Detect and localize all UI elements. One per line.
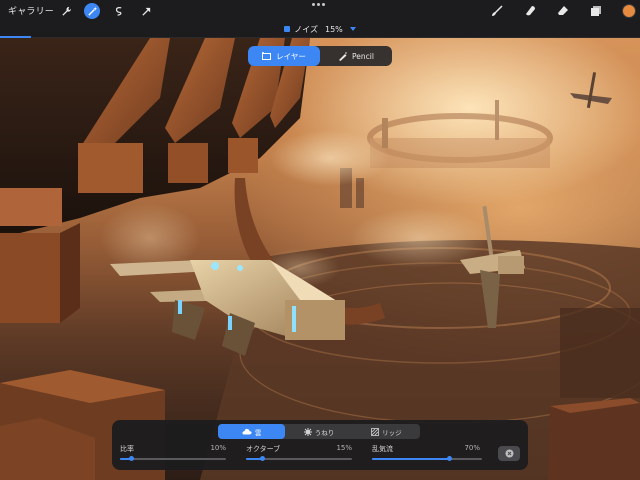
octaves-slider-label: オクターブ bbox=[246, 445, 281, 453]
active-tool-indicator bbox=[0, 36, 31, 38]
tab-billow[interactable]: うねり bbox=[285, 424, 352, 439]
smudge-icon[interactable] bbox=[522, 3, 538, 19]
sci-fi-artwork bbox=[0, 38, 640, 480]
transform-arrow-icon[interactable] bbox=[138, 3, 154, 19]
cloud-icon bbox=[242, 428, 252, 435]
scale-slider-knob[interactable] bbox=[128, 456, 134, 461]
adjustment-status[interactable]: ノイズ 15% bbox=[0, 22, 640, 36]
tab-ridge-label: リッジ bbox=[382, 428, 402, 437]
scale-slider-label: 比率 bbox=[120, 445, 134, 453]
spaceship-distant bbox=[570, 72, 612, 109]
octaves-slider-value: 15% bbox=[336, 444, 352, 452]
turbulence-slider-value: 70% bbox=[464, 444, 480, 452]
artwork-canvas[interactable] bbox=[0, 38, 640, 480]
mode-layer-label: レイヤー bbox=[276, 51, 306, 61]
mode-layer-button[interactable]: レイヤー bbox=[248, 46, 320, 66]
tab-clouds[interactable]: 雲 bbox=[218, 424, 286, 439]
adjustment-percent: 15% bbox=[324, 24, 343, 34]
chevron-down-icon bbox=[349, 27, 356, 31]
tab-billow-label: うねり bbox=[314, 428, 335, 437]
reset-icon bbox=[505, 449, 513, 458]
mode-pencil-label: Pencil bbox=[352, 51, 374, 61]
octaves-slider-knob[interactable] bbox=[259, 456, 265, 461]
wrench-icon[interactable] bbox=[58, 3, 74, 19]
adjustment-name: ノイズ bbox=[294, 24, 318, 34]
swirl-icon bbox=[303, 427, 312, 436]
scale-slider-value: 10% bbox=[210, 444, 226, 452]
ridge-icon bbox=[371, 427, 379, 436]
layers-icon[interactable] bbox=[588, 3, 604, 19]
selection-icon[interactable] bbox=[110, 3, 126, 19]
mode-pencil-button[interactable]: Pencil bbox=[320, 46, 392, 66]
noise-adjustment-panel: 雲 うねり リッジ 比率 10% オクターブ 15% 乱気流 70% bbox=[112, 420, 528, 470]
toolbar-grip[interactable] bbox=[312, 3, 328, 7]
pencil-icon bbox=[339, 51, 347, 61]
magic-wand-icon[interactable] bbox=[84, 3, 100, 19]
color-picker-swatch[interactable] bbox=[622, 4, 636, 18]
distant-stadium bbox=[367, 100, 553, 168]
eraser-icon[interactable] bbox=[555, 3, 571, 19]
layer-mode-icon bbox=[262, 51, 272, 60]
tab-clouds-label: 雲 bbox=[254, 428, 262, 437]
noise-type-tabs: 雲 うねり リッジ bbox=[218, 424, 420, 439]
adjustment-indicator-icon bbox=[284, 26, 291, 32]
turbulence-slider[interactable] bbox=[372, 456, 482, 461]
brush-icon[interactable] bbox=[489, 3, 505, 19]
top-toolbar: ギャラリー ノイズ 15% bbox=[0, 0, 640, 38]
tab-ridge[interactable]: リッジ bbox=[353, 424, 420, 439]
scale-slider[interactable] bbox=[120, 456, 226, 461]
gallery-button[interactable]: ギャラリー bbox=[8, 4, 54, 17]
mode-toggle: レイヤー Pencil bbox=[248, 46, 392, 66]
octaves-slider[interactable] bbox=[246, 456, 352, 461]
turbulence-slider-label: 乱気流 bbox=[372, 445, 393, 453]
reset-button[interactable] bbox=[498, 446, 520, 461]
turbulence-slider-fill bbox=[372, 458, 449, 460]
turbulence-slider-knob[interactable] bbox=[447, 456, 452, 461]
